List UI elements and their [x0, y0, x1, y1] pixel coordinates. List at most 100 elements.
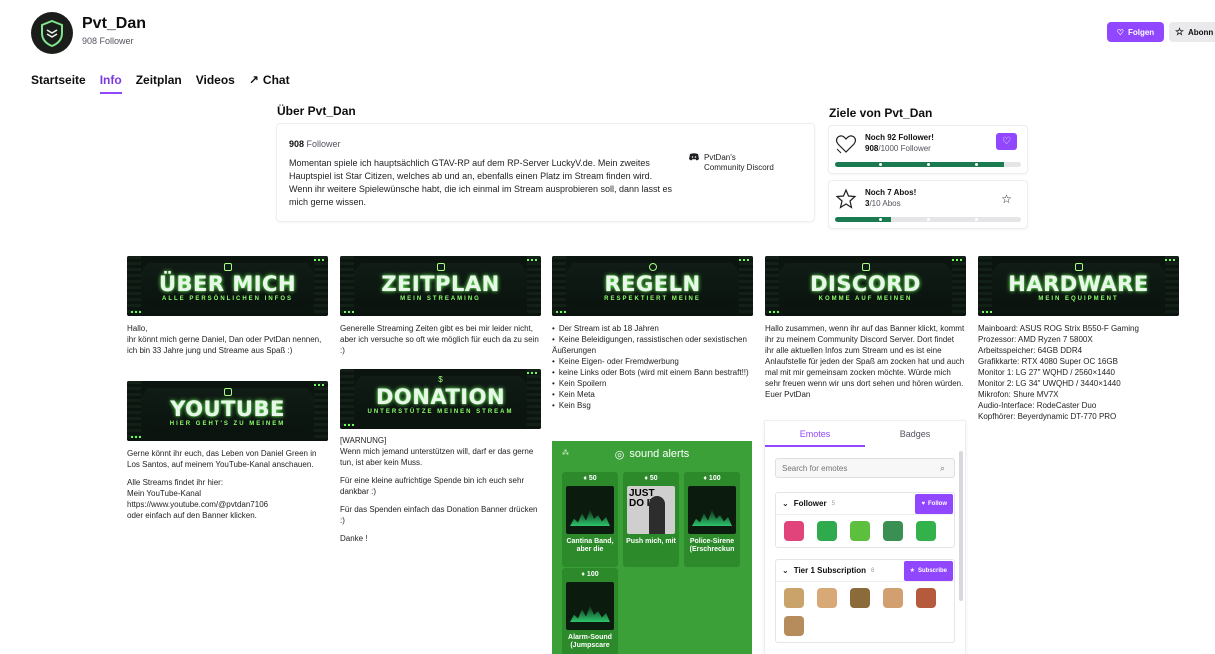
emote[interactable] [784, 521, 804, 541]
goal-marker [879, 163, 882, 166]
tab-schedule[interactable]: Zeitplan [136, 73, 182, 94]
hardware-line: Mainboard: ASUS ROG Strix B550-F Gaming [978, 324, 1139, 333]
hardware-line: Prozessor: AMD Ryzen 7 5800X [978, 335, 1093, 344]
subscribe-button[interactable]: ★ Subscribe [903, 560, 953, 581]
banner-decoration [739, 259, 749, 261]
banner-decoration [344, 424, 354, 426]
emote[interactable] [817, 521, 837, 541]
dollar-icon: $ [438, 375, 443, 384]
goal-marker [879, 218, 882, 221]
tab-chat[interactable]: ↗ Chat [249, 73, 290, 94]
banner-decoration [527, 372, 537, 374]
emote-search-input[interactable] [775, 458, 955, 478]
emote[interactable] [883, 588, 903, 608]
rule-item: Kein Bsg [552, 400, 752, 411]
panel-banner-youtube[interactable]: YOUTUBE HIER GEHT'S ZU MEINEM [127, 381, 328, 441]
goal-follow-button[interactable]: ♡ [996, 133, 1017, 150]
star-icon: ☆ [1175, 26, 1184, 38]
emote[interactable] [784, 588, 804, 608]
banner-title: DISCORD [810, 272, 921, 296]
sound-alert-item[interactable]: ♦ 100 Alarm-Sound (Jumpscare [562, 568, 618, 654]
panel-banner-donation[interactable]: $ DONATION UNTERSTÜTZE MEINEN STREAM [340, 369, 541, 429]
hardware-line: Kopfhörer: Beyerdynamic DT-770 PRO [978, 412, 1117, 421]
hardware-line: Audio-Interface: RodeCaster Duo [978, 401, 1097, 410]
goal-progress-bar [835, 162, 1021, 167]
banner-title: HARDWARE [1008, 272, 1149, 296]
emote-section-header: ⌄ Tier 1 Subscription 6 ★ Subscribe [776, 560, 954, 582]
goal-headline: Noch 92 Follower! [865, 133, 934, 142]
sound-alert-item[interactable]: ♦ 100 Police-Sirene (Erschreckun [684, 472, 740, 567]
panel-banner-about[interactable]: ÜBER MICH ALLE PERSÖNLICHEN INFOS [127, 256, 328, 316]
follow-button[interactable]: ♥ Follow [915, 493, 953, 514]
discord-link[interactable]: PvtDan's Community Discord [689, 153, 774, 173]
emote[interactable] [883, 521, 903, 541]
about-title: Über Pvt_Dan [277, 104, 356, 118]
star-icon: ★ [909, 568, 915, 574]
sound-alerts-header: ◎ sound alerts [614, 448, 690, 461]
banner-decoration [314, 259, 324, 261]
sound-alert-price: ♦ 50 [583, 475, 597, 482]
emote[interactable] [850, 521, 870, 541]
discord-icon [861, 263, 870, 271]
discord-icon [689, 153, 699, 161]
goal-subscribe-button[interactable]: ☆ [998, 190, 1015, 207]
no-entry-icon [648, 263, 657, 271]
subscribe-button[interactable]: ☆ Abonn [1169, 22, 1215, 42]
goal-marker [927, 163, 930, 166]
emote-section-name: Follower [793, 499, 827, 508]
heart-icon: ♡ [1002, 136, 1011, 147]
emote[interactable] [850, 588, 870, 608]
sound-alert-item[interactable]: ♦ 50 Cantina Band, aber die [562, 472, 618, 567]
sound-alerts-logo-icon: ◎ [614, 448, 625, 461]
banner-title: DONATION [375, 385, 506, 409]
sound-alert-thumbnail [566, 486, 614, 534]
follow-button[interactable]: ♡ Folgen [1107, 22, 1164, 42]
banner-decoration [952, 259, 962, 261]
hardware-line: Monitor 2: LG 34" UWQHD / 3440×1440 [978, 379, 1121, 388]
emote[interactable] [817, 588, 837, 608]
sound-alert-item[interactable]: ♦ 50 JUST DO IT! Push mich, mit [623, 472, 679, 567]
sound-alert-thumbnail: JUST DO IT! [627, 486, 675, 534]
panel-text-schedule: Generelle Streaming Zeiten gibt es bei m… [340, 324, 539, 355]
banner-decoration [131, 436, 141, 438]
channel-name[interactable]: Pvt_Dan [82, 15, 146, 33]
channel-follower-count: 908 Follower [82, 36, 134, 46]
panel-banner-rules[interactable]: REGELN RESPEKTIERT MEINE [552, 256, 753, 316]
heart-icon: ♡ [1116, 27, 1124, 37]
tab-videos[interactable]: Videos [196, 73, 235, 94]
emote[interactable] [916, 521, 936, 541]
about-card: 908 Follower Momentan spiele ich hauptsä… [277, 124, 814, 221]
tab-home[interactable]: Startseite [31, 73, 86, 94]
channel-tabs: Startseite Info Zeitplan Videos ↗ Chat [31, 73, 304, 94]
rules-list: Der Stream ist ab 18 Jahren Keine Beleid… [552, 323, 752, 411]
emote-section-name: Tier 1 Subscription [793, 566, 867, 575]
tab-emotes[interactable]: Emotes [765, 421, 865, 447]
sound-alert-label: Alarm-Sound (Jumpscare [568, 634, 612, 649]
panel-banner-schedule[interactable]: ZEITPLAN MEIN STREAMING [340, 256, 541, 316]
sound-alert-label: Push mich, mit [626, 538, 676, 545]
banner-decoration [556, 311, 566, 313]
emote-grid [776, 515, 954, 547]
chevron-down-icon[interactable]: ⌄ [782, 499, 789, 508]
emote[interactable] [784, 616, 804, 636]
channel-avatar[interactable] [31, 12, 73, 54]
chevron-down-icon[interactable]: ⌄ [782, 566, 789, 575]
rule-item: Der Stream ist ab 18 Jahren [552, 323, 752, 334]
goal-marker [975, 163, 978, 166]
panel-banner-hardware[interactable]: HARDWARE MEIN EQUIPMENT [978, 256, 1179, 316]
panel-text-discord: Hallo zusammen, wenn ihr auf das Banner … [765, 324, 965, 399]
emote[interactable] [916, 588, 936, 608]
tab-info[interactable]: Info [99, 73, 122, 94]
goal-marker [975, 218, 978, 221]
goal-headline: Noch 7 Abos! [865, 188, 917, 197]
banner-decoration [769, 311, 779, 313]
scrollbar[interactable] [959, 451, 963, 601]
panel-banner-discord[interactable]: DISCORD KOMME AUF MEINEN [765, 256, 966, 316]
banner-subtitle: UNTERSTÜTZE MEINEN STREAM [367, 409, 514, 415]
tab-badges[interactable]: Badges [865, 421, 965, 447]
emote-section-tier1: ⌄ Tier 1 Subscription 6 ★ Subscribe [775, 559, 955, 643]
banner-decoration [527, 259, 537, 261]
banner-decoration [1165, 259, 1175, 261]
sound-alert-label: Cantina Band, aber die [566, 538, 614, 553]
goal-progress-fill [835, 217, 891, 222]
